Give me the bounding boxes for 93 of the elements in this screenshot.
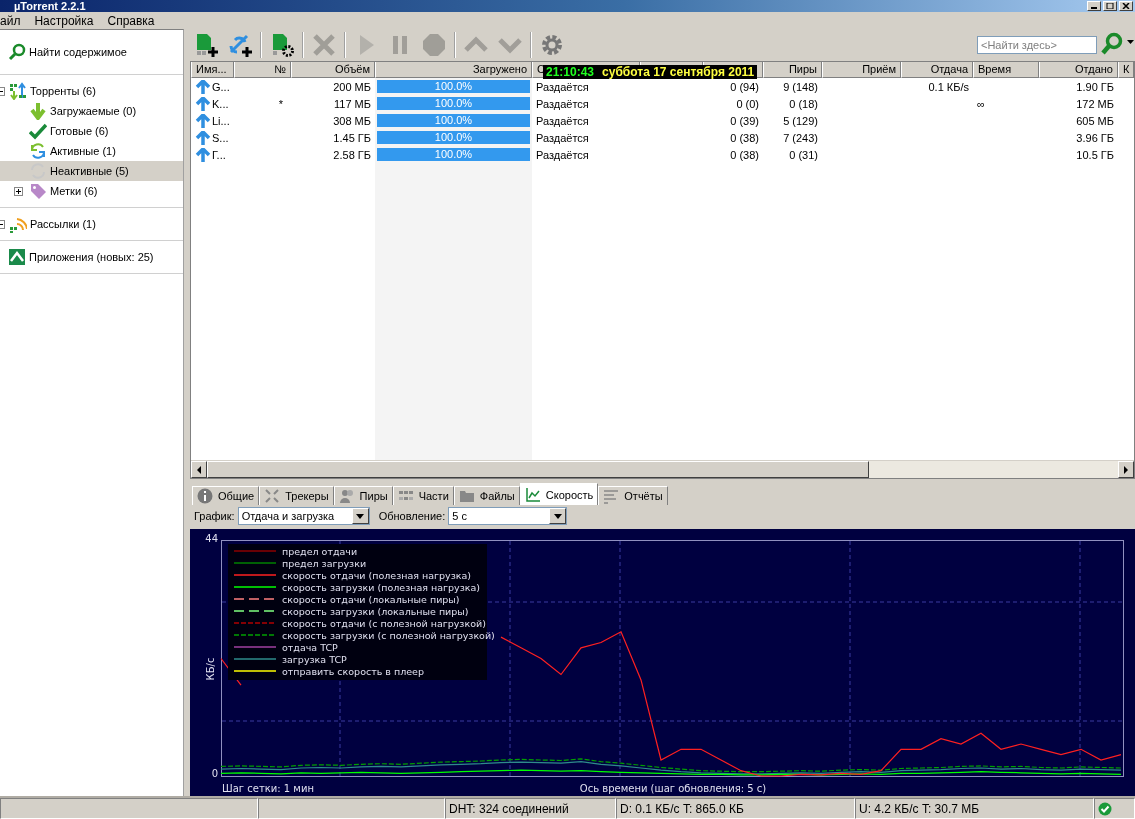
legend-label: скорость отдачи (локальные пиры) [282, 594, 460, 605]
tab[interactable]: Общие [192, 486, 260, 505]
table-cell-text: 3.96 ГБ [1075, 130, 1115, 146]
column-header[interactable]: Время [973, 62, 1039, 78]
legend-label: отдача TCP [282, 642, 338, 653]
table-cell-text: 5 (129) [782, 113, 819, 129]
status-text: DHT: 324 соединений [445, 798, 616, 819]
progress-text: 100.0% [433, 148, 474, 161]
table-cell-text: 9 (148) [782, 79, 819, 95]
table-cell: ∞ [977, 97, 985, 110]
status-text: D: 0.1 КБ/с T: 865.0 КБ [616, 798, 855, 819]
table-cell-text: 605 МБ [1075, 113, 1115, 129]
progress-text: 100.0% [433, 114, 474, 127]
table-cell-text: 0 (31) [788, 147, 819, 163]
table-cell-text: 1.45 ГБ [332, 130, 372, 146]
control-label: График: [194, 510, 235, 522]
table-cell-text: 308 МБ [332, 113, 372, 129]
legend-label: скорость загрузки (локальные пиры) [282, 606, 469, 617]
sidebar-item[interactable]: Торренты (6) [0, 81, 183, 101]
table-cell-text: 7 (243) [782, 130, 819, 146]
menu-item[interactable]: айл [0, 13, 28, 28]
table-cell: K... [191, 95, 234, 112]
table-cell-text: 2.58 ГБ [332, 147, 372, 163]
table-cell-text: 200 МБ [332, 79, 372, 95]
column-header[interactable]: Отдано [1039, 62, 1118, 78]
axis-label: КБ/с [205, 657, 216, 681]
tab[interactable]: Файлы [453, 486, 520, 505]
column-header[interactable]: Загружено [375, 62, 532, 78]
table-cell: Г... [191, 146, 234, 163]
sidebar-item[interactable]: Активные (1) [0, 141, 183, 161]
column-header[interactable]: К [1118, 62, 1134, 78]
sidebar-item[interactable]: Неактивные (5) [0, 161, 183, 181]
table-cell-text: 0 (0) [735, 96, 760, 112]
menu-item[interactable]: Настройка [27, 13, 101, 28]
table-cell-text: Раздаётся [535, 96, 590, 112]
sidebar-item[interactable]: Найти содержимое [0, 42, 183, 62]
table-cell-text: 0 (94) [729, 79, 760, 95]
table-cell-text: Раздаётся [535, 130, 590, 146]
tab[interactable]: Трекеры [259, 486, 334, 505]
legend-label: загрузка TCP [282, 654, 347, 665]
axis-tick-label: 0 [211, 767, 218, 779]
legend-label: скорость отдачи (полезная нагрузка) [282, 570, 471, 581]
table-cell: Li... [191, 112, 234, 129]
sidebar-item[interactable]: Готовые (6) [0, 121, 183, 141]
column-header[interactable]: Приём [822, 62, 901, 78]
sidebar-item[interactable]: Метки (6) [0, 181, 183, 201]
table-cell-text: Раздаётся [535, 79, 590, 95]
menu-item[interactable]: Справка [100, 13, 162, 28]
table-cell: 0.1 КБ/s [928, 80, 969, 93]
search-field[interactable]: <Найти здесь> [977, 36, 1097, 54]
axis-tick-label: 44 [205, 532, 218, 544]
tab[interactable]: Скорость [519, 483, 599, 505]
tab[interactable]: Пиры [333, 486, 393, 505]
legend-label: скорость отдачи (с полезной нагрузкой) [282, 618, 486, 629]
table-cell-text: 117 МБ [333, 96, 372, 112]
column-header[interactable]: Объём [291, 62, 375, 78]
table-cell-text: 10.5 ГБ [1075, 147, 1115, 163]
column-header[interactable]: Имя... [191, 62, 234, 78]
tab[interactable]: Отчёты [598, 486, 668, 505]
table-cell: G... [191, 78, 234, 95]
table-cell-text: 0 (18) [788, 96, 819, 112]
table-cell-text: 0 (38) [729, 147, 760, 163]
clock-time: 21:10:43 [546, 65, 595, 79]
window-title: µTorrent 2.2.1 [14, 0, 86, 12]
table-cell: S... [191, 129, 234, 146]
legend-label: скорость загрузки (полезная нагрузка) [282, 582, 480, 593]
control-label: Обновление: [378, 510, 446, 522]
tab[interactable]: Части [392, 486, 454, 505]
axis-label: Ось времени (шаг обновления: 5 с) [579, 783, 767, 794]
grid-step-label: Шаг сетки: 1 мин [222, 783, 314, 794]
table-cell: * [278, 97, 283, 110]
sidebar-item[interactable]: Приложения (новых: 25) [0, 247, 183, 267]
legend-label: предел загрузки [282, 558, 367, 569]
table-cell-text: 0 (39) [729, 113, 760, 129]
progress-text: 100.0% [433, 131, 474, 144]
table-cell-text: 0 (38) [729, 130, 760, 146]
progress-text: 100.0% [433, 97, 474, 110]
table-cell-text: 1.90 ГБ [1075, 79, 1115, 95]
column-header[interactable]: Отдача [901, 62, 973, 78]
progress-text: 100.0% [433, 80, 474, 93]
legend-label: скорость загрузки (с полезной нагрузкой) [282, 630, 495, 641]
table-cell-text: Раздаётся [535, 147, 590, 163]
legend-label: отправить скорость в плеер [282, 666, 424, 677]
table-cell-text: 172 МБ [1075, 96, 1115, 112]
dropdown[interactable]: 5 с [448, 507, 568, 525]
column-header[interactable]: Пиры [763, 62, 822, 78]
legend-label: предел отдачи [282, 546, 358, 557]
sidebar-item[interactable]: Рассылки (1) [0, 214, 183, 234]
dropdown[interactable]: Отдача и загрузка [237, 507, 370, 525]
sidebar-item[interactable]: Загружаемые (0) [0, 101, 183, 121]
column-header[interactable]: № [234, 62, 291, 78]
table-cell-text: Раздаётся [535, 113, 590, 129]
status-text: U: 4.2 КБ/с T: 30.7 МБ [855, 798, 1094, 819]
